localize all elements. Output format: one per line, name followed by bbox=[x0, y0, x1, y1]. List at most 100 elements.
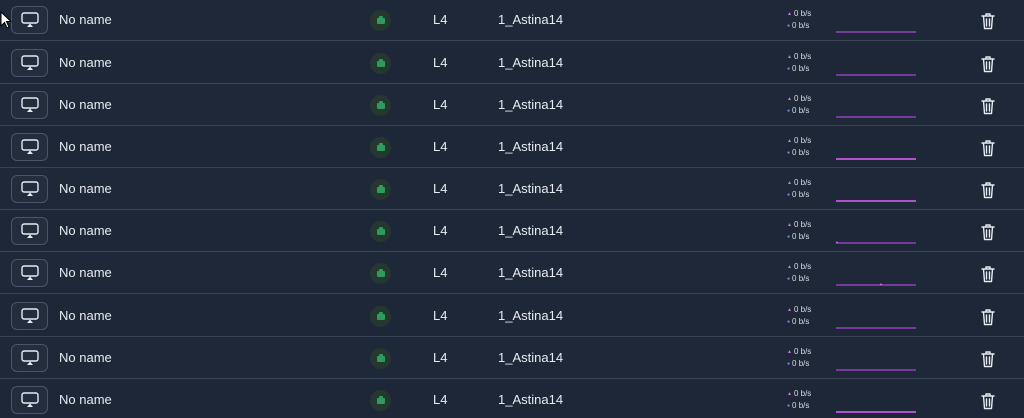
download-rate: 0 b/s bbox=[787, 358, 827, 370]
table-row[interactable]: No name L4 1_Astina14 0 b/s 0 b/s bbox=[0, 211, 1024, 252]
airplay-icon bbox=[20, 55, 39, 70]
device-host: 1_Astina14 bbox=[498, 181, 564, 196]
device-level: L4 bbox=[433, 97, 448, 112]
trash-icon[interactable] bbox=[980, 265, 996, 283]
status-indicator bbox=[370, 390, 391, 411]
table-row[interactable]: No name L4 1_Astina14 0 b/s 0 b/s bbox=[0, 43, 1024, 84]
airplay-icon bbox=[20, 97, 39, 112]
router-icon bbox=[376, 353, 385, 362]
table-row[interactable]: No name L4 1_Astina14 0 b/s 0 b/s bbox=[0, 85, 1024, 126]
device-button[interactable] bbox=[11, 302, 48, 330]
router-icon bbox=[376, 226, 385, 235]
table-row[interactable]: No name L4 1_Astina14 0 b/s 0 b/s bbox=[0, 127, 1024, 168]
status-indicator bbox=[370, 306, 391, 327]
trash-icon[interactable] bbox=[980, 181, 996, 199]
traffic-rates: 0 b/s 0 b/s bbox=[787, 8, 827, 32]
device-level: L4 bbox=[433, 181, 448, 196]
table-row[interactable]: No name L4 1_Astina14 0 b/s 0 b/s bbox=[0, 169, 1024, 210]
upload-rate: 0 b/s bbox=[787, 304, 827, 316]
upload-rate: 0 b/s bbox=[787, 93, 827, 105]
status-indicator bbox=[370, 10, 391, 31]
airplay-icon bbox=[20, 350, 39, 365]
table-row[interactable]: No name L4 1_Astina14 0 b/s 0 b/s bbox=[0, 0, 1024, 41]
upload-rate: 0 b/s bbox=[787, 388, 827, 400]
device-host: 1_Astina14 bbox=[498, 392, 564, 407]
trash-icon[interactable] bbox=[980, 139, 996, 157]
traffic-rates: 0 b/s 0 b/s bbox=[787, 177, 827, 201]
device-host: 1_Astina14 bbox=[498, 350, 564, 365]
device-button[interactable] bbox=[11, 49, 48, 77]
device-name: No name bbox=[59, 97, 112, 112]
traffic-sparkline bbox=[836, 200, 916, 202]
status-indicator bbox=[370, 95, 391, 116]
device-level: L4 bbox=[433, 139, 448, 154]
traffic-sparkline bbox=[836, 74, 916, 76]
device-host: 1_Astina14 bbox=[498, 139, 564, 154]
traffic-rates: 0 b/s 0 b/s bbox=[787, 219, 827, 243]
router-icon bbox=[376, 184, 385, 193]
traffic-sparkline bbox=[836, 158, 916, 160]
airplay-icon bbox=[20, 12, 39, 27]
download-rate: 0 b/s bbox=[787, 400, 827, 412]
device-host: 1_Astina14 bbox=[498, 97, 564, 112]
airplay-icon bbox=[20, 223, 39, 238]
download-rate: 0 b/s bbox=[787, 105, 827, 117]
status-indicator bbox=[370, 53, 391, 74]
traffic-rates: 0 b/s 0 b/s bbox=[787, 388, 827, 412]
mouse-cursor-icon bbox=[0, 11, 12, 29]
upload-rate: 0 b/s bbox=[787, 219, 827, 231]
download-rate: 0 b/s bbox=[787, 316, 827, 328]
airplay-icon bbox=[20, 392, 39, 407]
traffic-sparkline bbox=[836, 369, 916, 371]
device-level: L4 bbox=[433, 308, 448, 323]
trash-icon[interactable] bbox=[980, 55, 996, 73]
router-icon bbox=[376, 311, 385, 320]
device-name: No name bbox=[59, 55, 112, 70]
airplay-icon bbox=[20, 265, 39, 280]
device-name: No name bbox=[59, 350, 112, 365]
device-level: L4 bbox=[433, 350, 448, 365]
device-level: L4 bbox=[433, 223, 448, 238]
device-level: L4 bbox=[433, 392, 448, 407]
device-button[interactable] bbox=[11, 175, 48, 203]
trash-icon[interactable] bbox=[980, 392, 996, 410]
traffic-sparkline bbox=[836, 116, 916, 118]
device-button[interactable] bbox=[11, 386, 48, 414]
table-row[interactable]: No name L4 1_Astina14 0 b/s 0 b/s bbox=[0, 380, 1024, 418]
table-row[interactable]: No name L4 1_Astina14 0 b/s 0 b/s bbox=[0, 338, 1024, 379]
airplay-icon bbox=[20, 308, 39, 323]
table-row[interactable]: No name L4 1_Astina14 0 b/s 0 b/s bbox=[0, 253, 1024, 294]
trash-icon[interactable] bbox=[980, 350, 996, 368]
trash-icon[interactable] bbox=[980, 308, 996, 326]
device-button[interactable] bbox=[11, 6, 48, 34]
status-indicator bbox=[370, 348, 391, 369]
download-rate: 0 b/s bbox=[787, 147, 827, 159]
device-button[interactable] bbox=[11, 133, 48, 161]
device-button[interactable] bbox=[11, 91, 48, 119]
traffic-rates: 0 b/s 0 b/s bbox=[787, 135, 827, 159]
device-level: L4 bbox=[433, 55, 448, 70]
device-name: No name bbox=[59, 308, 112, 323]
device-name: No name bbox=[59, 223, 112, 238]
trash-icon[interactable] bbox=[980, 223, 996, 241]
traffic-rates: 0 b/s 0 b/s bbox=[787, 261, 827, 285]
download-rate: 0 b/s bbox=[787, 231, 827, 243]
router-icon bbox=[376, 15, 385, 24]
device-level: L4 bbox=[433, 265, 448, 280]
traffic-sparkline bbox=[836, 283, 916, 286]
device-button[interactable] bbox=[11, 217, 48, 245]
device-button[interactable] bbox=[11, 259, 48, 287]
table-row[interactable]: No name L4 1_Astina14 0 b/s 0 b/s bbox=[0, 296, 1024, 337]
trash-icon[interactable] bbox=[980, 97, 996, 115]
device-name: No name bbox=[59, 392, 112, 407]
device-level: L4 bbox=[433, 12, 448, 27]
device-host: 1_Astina14 bbox=[498, 55, 564, 70]
trash-icon[interactable] bbox=[980, 12, 996, 30]
download-rate: 0 b/s bbox=[787, 20, 827, 32]
upload-rate: 0 b/s bbox=[787, 135, 827, 147]
device-name: No name bbox=[59, 265, 112, 280]
device-button[interactable] bbox=[11, 344, 48, 372]
device-name: No name bbox=[59, 181, 112, 196]
device-host: 1_Astina14 bbox=[498, 265, 564, 280]
download-rate: 0 b/s bbox=[787, 273, 827, 285]
